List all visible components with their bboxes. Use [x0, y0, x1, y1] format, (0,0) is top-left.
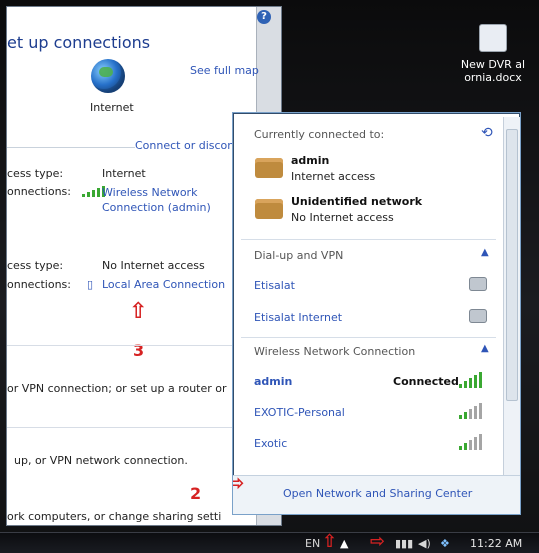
access-type-value-1: Internet	[102, 167, 146, 180]
connections-label-1: onnections:	[7, 185, 71, 198]
collapse-chevron-icon[interactable]: ▲	[481, 343, 489, 354]
open-network-sharing-center-link[interactable]: Open Network and Sharing Center	[283, 487, 472, 500]
sharing-settings-text: ork computers, or change sharing setti	[7, 510, 222, 523]
local-area-connection-link[interactable]: Local Area Connection	[102, 278, 225, 291]
connection-1-name[interactable]: admin	[291, 154, 329, 167]
connection-1-status: Internet access	[291, 170, 376, 183]
wifi-signal-strength-icon	[459, 434, 482, 450]
dialup-phone-icon	[469, 277, 487, 291]
network-bench-icon	[255, 199, 283, 219]
wifi-connected-status: Connected	[393, 375, 459, 388]
access-type-value-2: No Internet access	[102, 259, 205, 272]
flyout-scroll-thumb[interactable]	[506, 129, 518, 401]
network-flyout: Currently connected to: ⟲ admin Internet…	[232, 112, 521, 515]
connections-label-2: onnections:	[7, 278, 71, 291]
speaker-icon[interactable]: ◀)	[418, 537, 431, 550]
wifi-signal-strength-icon	[459, 403, 482, 419]
lan-icon: ▯	[87, 278, 94, 291]
dialup-item-etisalat-internet[interactable]: Etisalat Internet	[254, 311, 342, 324]
connection-2-name[interactable]: Unidentified network	[291, 195, 422, 208]
red-arrow-right-icon: ⇨	[370, 531, 386, 552]
red-arrow-right-icon: ⇨	[233, 471, 244, 496]
language-indicator[interactable]: EN	[305, 537, 320, 550]
wireless-network-connection-link[interactable]: Wireless Network Connection (admin)	[102, 185, 211, 215]
dialup-item-etisalat[interactable]: Etisalat	[254, 279, 295, 292]
window-title: et up connections	[7, 33, 151, 52]
internet-label: Internet	[90, 101, 134, 114]
show-hidden-icons-icon[interactable]: ▲	[340, 537, 348, 550]
see-full-map-link[interactable]: See full map	[190, 64, 259, 77]
dialup-vpn-heading: Dial-up and VPN	[254, 249, 344, 262]
divider	[241, 239, 496, 240]
help-icon[interactable]: ?	[257, 10, 271, 24]
tray-app-icon[interactable]: ❖	[440, 537, 450, 550]
network-bench-icon	[255, 158, 283, 178]
wifi-network-admin[interactable]: admin	[254, 375, 292, 388]
access-type-label-1: cess type:	[7, 167, 64, 180]
vpn-instruction-line-2: up, or VPN network connection.	[14, 454, 188, 467]
connect-or-disconnect-link[interactable]: Connect or disconn	[135, 139, 241, 152]
refresh-icon[interactable]: ⟲	[481, 125, 493, 141]
wireless-network-heading: Wireless Network Connection	[254, 345, 416, 358]
annotation-number-2: 2	[190, 484, 202, 503]
vpn-instruction-line-1: or VPN connection; or set up a router or	[7, 382, 227, 395]
document-icon[interactable]	[479, 24, 507, 52]
access-type-label-2: cess type:	[7, 259, 64, 272]
flyout-footer: ⇨ Open Network and Sharing Center	[233, 471, 520, 514]
connection-2-status: No Internet access	[291, 211, 394, 224]
divider	[7, 427, 257, 428]
clock[interactable]: 11:22 AM	[470, 537, 522, 550]
wifi-signal-strength-icon	[459, 372, 482, 388]
screenshot-frame: New DVR al ornia.docx ? et up connection…	[0, 0, 539, 553]
dialup-phone-icon	[469, 309, 487, 323]
red-arrow-up-icon: ⇧	[129, 299, 148, 324]
taskbar: EN ⇧ ▲ ⇨ ▮▮▮ ◀) ❖ 11:22 AM	[0, 531, 539, 553]
annotation-number-3: 3	[133, 341, 145, 360]
divider	[7, 147, 135, 148]
divider	[241, 337, 496, 338]
divider	[7, 345, 257, 346]
network-tray-icon[interactable]: ▮▮▮	[395, 537, 413, 550]
currently-connected-heading: Currently connected to:	[254, 128, 385, 141]
wifi-network-exotic[interactable]: Exotic	[254, 437, 287, 450]
wifi-network-exotic-personal[interactable]: EXOTIC-Personal	[254, 406, 345, 419]
red-arrow-up-icon: ⇧	[322, 531, 338, 552]
desktop-icon-label: New DVR al ornia.docx	[460, 58, 526, 84]
collapse-chevron-icon[interactable]: ▲	[481, 247, 489, 258]
globe-icon	[91, 59, 125, 93]
